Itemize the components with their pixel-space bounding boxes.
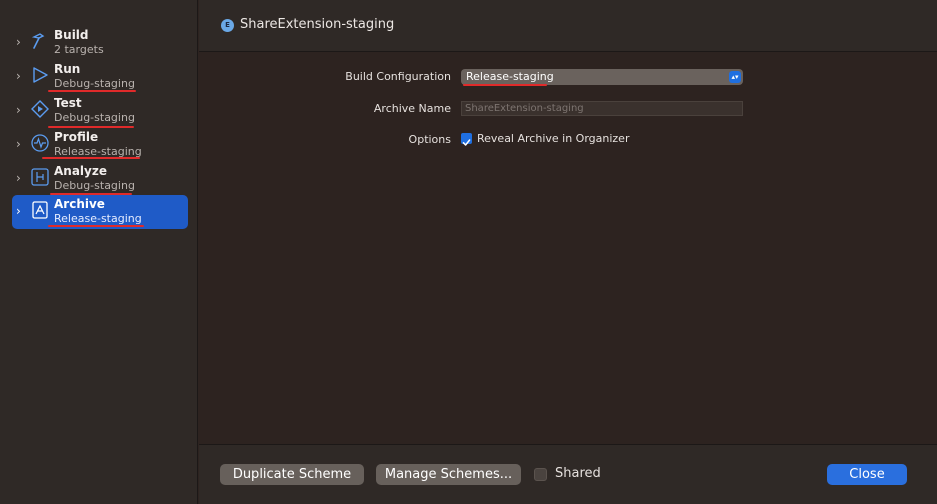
sidebar-item-subtitle: 2 targets (54, 43, 104, 56)
build-configuration-popup[interactable]: Release-staging ▴▾ (461, 69, 743, 85)
waveform-icon (30, 133, 50, 153)
build-configuration-value: Release-staging (466, 70, 554, 83)
checkmark-icon (462, 139, 471, 146)
scheme-title: ShareExtension-staging (240, 17, 395, 32)
sidebar-item-title: Analyze (54, 164, 107, 178)
annotation-underline (48, 225, 144, 227)
scheme-action-sidebar: › Build 2 targets › Run Debug-staging › … (0, 0, 198, 504)
test-diamond-icon (30, 99, 50, 119)
sidebar-item-analyze[interactable]: › Analyze Debug-staging (12, 162, 188, 196)
play-icon (30, 65, 50, 85)
chevron-updown-icon: ▴▾ (729, 71, 741, 83)
chevron-right-icon[interactable]: › (16, 35, 28, 49)
annotation-underline (48, 90, 136, 92)
analyze-icon (30, 167, 50, 187)
reveal-archive-checkbox[interactable] (461, 133, 472, 146)
chevron-right-icon[interactable]: › (16, 103, 28, 117)
sidebar-item-title: Run (54, 62, 81, 76)
reveal-archive-label: Reveal Archive in Organizer (477, 132, 630, 145)
manage-schemes-button[interactable]: Manage Schemes... (376, 464, 521, 485)
scheme-editor-footer: Duplicate Scheme Manage Schemes... Share… (199, 444, 937, 504)
scheme-header: E ShareExtension-staging (199, 0, 937, 52)
sidebar-item-subtitle: Debug-staging (54, 111, 135, 124)
sidebar-item-title: Archive (54, 197, 105, 211)
shared-checkbox[interactable] (534, 468, 547, 481)
sidebar-item-run[interactable]: › Run Debug-staging (12, 60, 188, 94)
chevron-right-icon[interactable]: › (16, 204, 28, 218)
build-configuration-label: Build Configuration (345, 70, 451, 83)
sidebar-item-title: Build (54, 28, 89, 42)
sidebar-item-title: Profile (54, 130, 99, 144)
options-label: Options (408, 133, 451, 146)
sidebar-item-subtitle: Debug-staging (54, 179, 135, 192)
scheme-editor-window: › Build 2 targets › Run Debug-staging › … (0, 0, 937, 504)
shared-label: Shared (555, 466, 601, 481)
sidebar-item-build[interactable]: › Build 2 targets (12, 26, 188, 60)
chevron-right-icon[interactable]: › (16, 137, 28, 151)
annotation-underline (463, 84, 547, 86)
annotation-underline (42, 157, 140, 159)
extension-icon: E (221, 19, 234, 32)
duplicate-scheme-button[interactable]: Duplicate Scheme (220, 464, 364, 485)
sidebar-item-subtitle: Debug-staging (54, 77, 135, 90)
chevron-right-icon[interactable]: › (16, 171, 28, 185)
chevron-right-icon[interactable]: › (16, 69, 28, 83)
sidebar-item-archive[interactable]: › Archive Release-staging (12, 195, 188, 229)
sidebar-item-test[interactable]: › Test Debug-staging (12, 94, 188, 128)
sidebar-item-subtitle: Release-staging (54, 212, 142, 225)
hammer-icon (30, 31, 50, 51)
archive-icon (30, 200, 50, 220)
archive-name-label: Archive Name (373, 102, 451, 115)
archive-name-field[interactable]: ShareExtension-staging (461, 101, 743, 116)
archive-settings-panel: Build Configuration Release-staging ▴▾ A… (199, 52, 937, 444)
close-button[interactable]: Close (827, 464, 907, 485)
sidebar-item-title: Test (54, 96, 82, 110)
